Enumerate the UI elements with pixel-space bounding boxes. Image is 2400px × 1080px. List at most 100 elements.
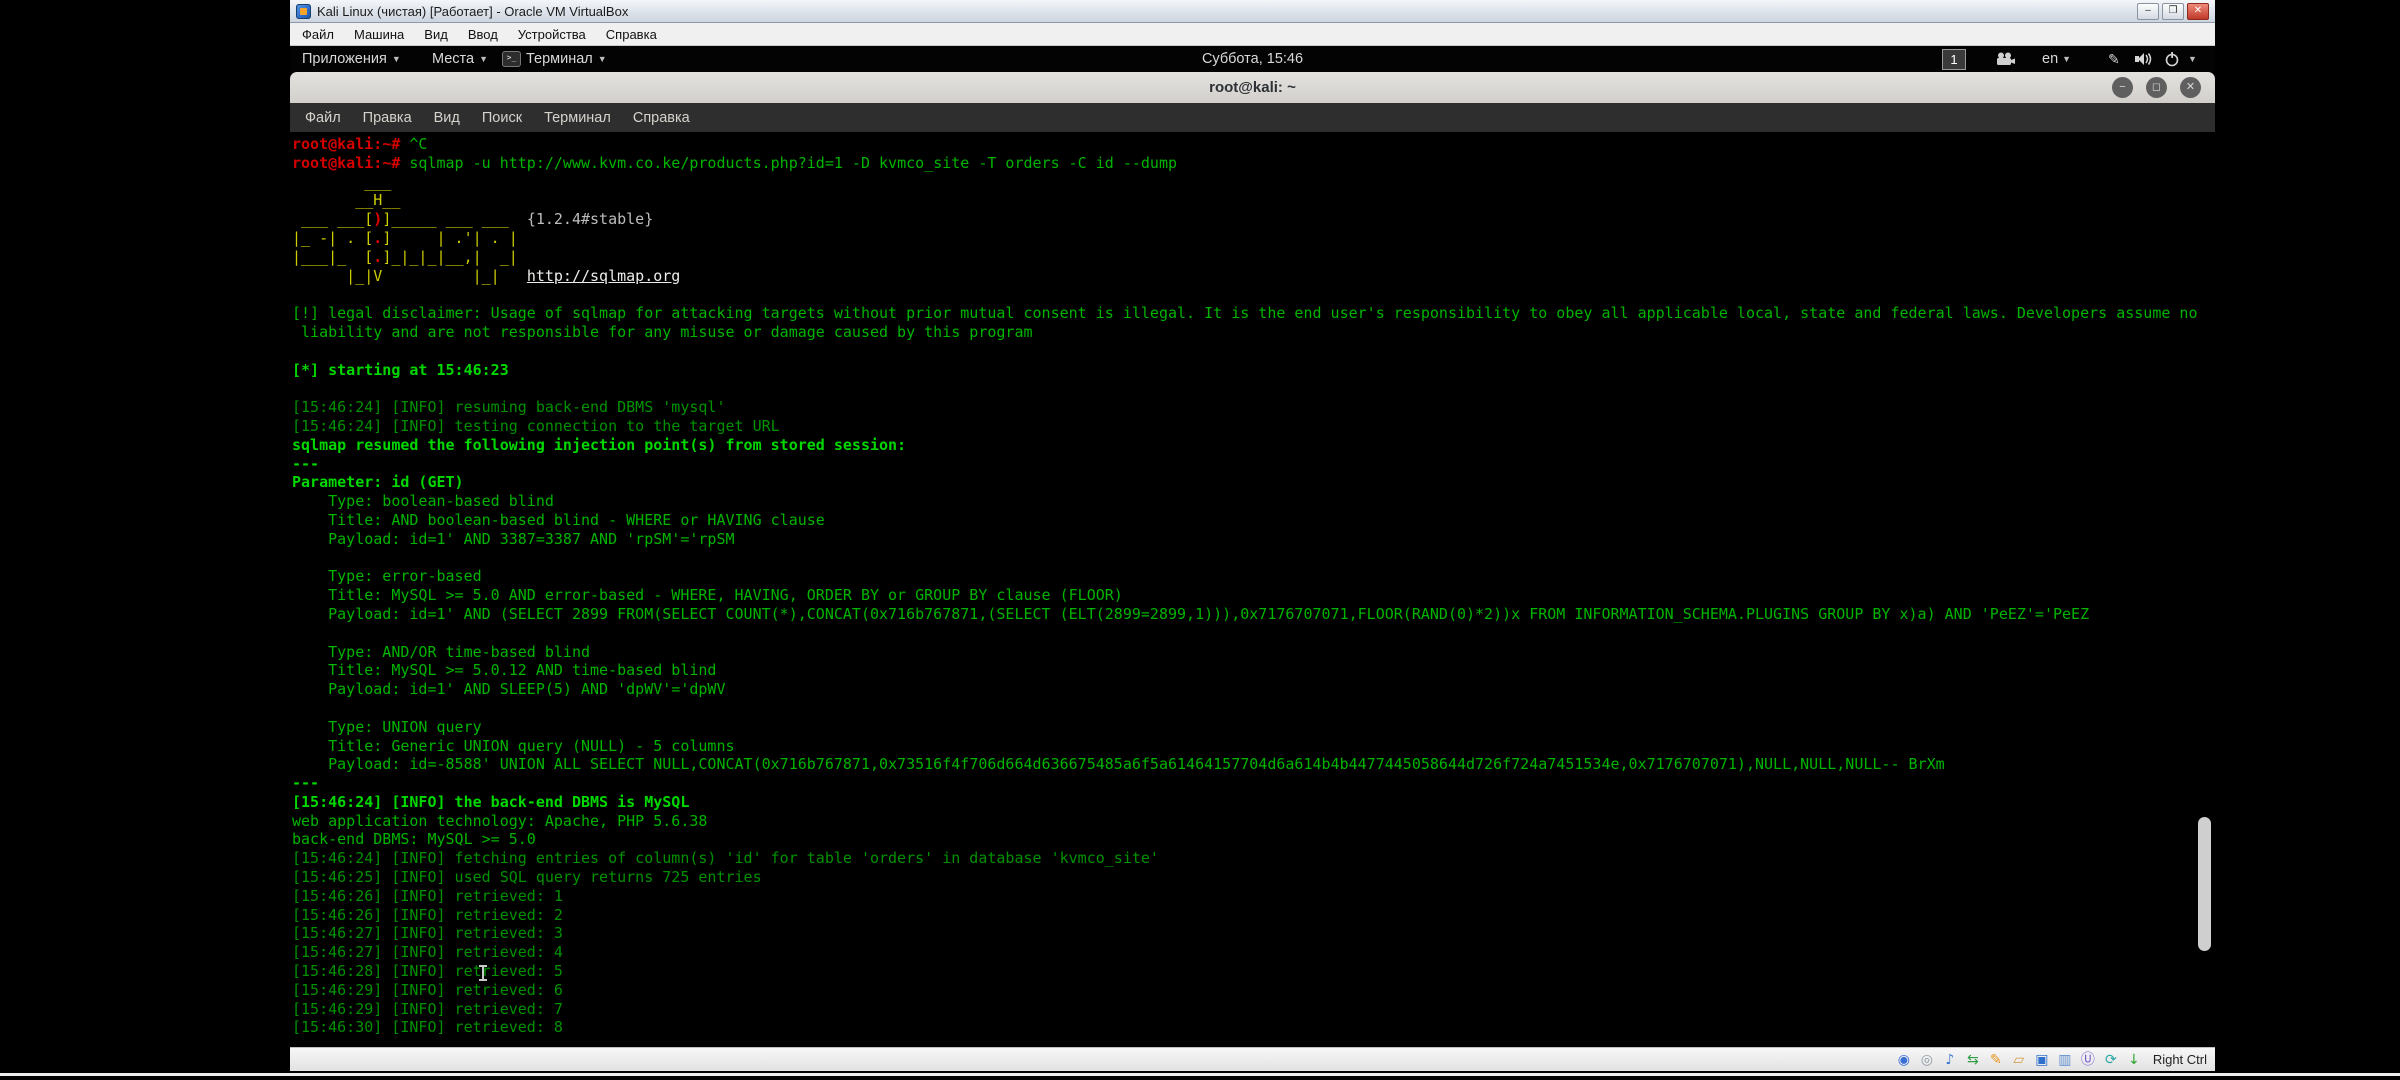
text-cursor-pointer	[482, 965, 484, 981]
terminal-menu-Правка[interactable]: Правка	[356, 108, 419, 128]
terminal-line: root@kali:~# ^C	[292, 135, 2215, 154]
terminal-line	[292, 379, 2215, 398]
terminal-window: root@kali: ~ − ◻ ✕ Файл Правка Вид Поиск Тер…	[290, 72, 2215, 1047]
audio-icon[interactable]: ♪	[1941, 1051, 1959, 1069]
minimize-button[interactable]: –	[2137, 3, 2159, 20]
terminal-line: [15:46:29] [INFO] retrieved: 7	[292, 1000, 2215, 1019]
scrollbar-thumb[interactable]	[2198, 817, 2211, 951]
chevron-down-icon: ▼	[598, 54, 607, 64]
applications-menu[interactable]: Приложения▼	[302, 46, 401, 72]
terminal-output[interactable]: root@kali:~# ^Croot@kali:~# sqlmap -u ht…	[290, 132, 2215, 1047]
terminal-line: [15:46:27] [INFO] retrieved: 4	[292, 943, 2215, 962]
terminal-line: [15:46:26] [INFO] retrieved: 1	[292, 887, 2215, 906]
vm-screen: Приложения▼ Места▼ >_ Терминал▼ Суббота,…	[290, 46, 2215, 1047]
screen-recorder-icon[interactable]	[1996, 46, 2016, 72]
folder-icon[interactable]: ▱	[2010, 1051, 2028, 1069]
terminal-line: Type: error-based	[292, 567, 2215, 586]
clock[interactable]: Суббота, 15:46	[1202, 46, 1303, 72]
keyboard-layout[interactable]: en▼	[2042, 46, 2071, 72]
terminal-line: |___|_ [.]_|_|_|__,| _|	[292, 248, 2215, 267]
virtualbox-icon	[296, 4, 311, 19]
terminal-line: [15:46:24] [INFO] resuming back-end DBMS…	[292, 398, 2215, 417]
terminal-line: [15:46:29] [INFO] retrieved: 6	[292, 981, 2215, 1000]
windows-icon[interactable]: ▥	[2056, 1051, 2074, 1069]
terminal-line: Parameter: id (GET)	[292, 473, 2215, 492]
terminal-line: [15:46:28] [INFO] retrieved: 5	[292, 962, 2215, 981]
terminal-app-menu[interactable]: >_ Терминал▼	[502, 46, 607, 72]
terminal-line: root@kali:~# sqlmap -u http://www.kvm.co…	[292, 154, 2215, 173]
terminal-line: [*] starting at 15:46:23	[292, 361, 2215, 380]
terminal-line: [15:46:24] [INFO] testing connection to …	[292, 417, 2215, 436]
terminal-line: __H__	[292, 191, 2215, 210]
terminal-line: [!] legal disclaimer: Usage of sqlmap fo…	[292, 304, 2215, 323]
tablet-pen-icon[interactable]: ✎	[2108, 46, 2120, 72]
terminal-line: sqlmap resumed the following injection p…	[292, 436, 2215, 455]
terminal-line: Payload: id=1' AND 3387=3387 AND 'rpSM'=…	[292, 530, 2215, 549]
volume-icon[interactable]	[2134, 46, 2154, 72]
vb-menu-Ввод[interactable]: Ввод	[460, 25, 506, 44]
terminal-line: web application technology: Apache, PHP …	[292, 812, 2215, 831]
terminal-line: [15:46:24] [INFO] the back-end DBMS is M…	[292, 793, 2215, 812]
host-taskbar-edge	[0, 1073, 2400, 1076]
terminal-line: Title: MySQL >= 5.0 AND error-based - WH…	[292, 586, 2215, 605]
terminal-menu-Вид[interactable]: Вид	[427, 108, 467, 128]
virtualbox-window: Kali Linux (чистая) [Работает] - Oracle …	[290, 0, 2215, 1071]
places-menu[interactable]: Места▼	[432, 46, 488, 72]
chevron-down-icon: ▼	[2062, 54, 2071, 64]
vb-menu-Вид[interactable]: Вид	[416, 25, 456, 44]
terminal-menubar: Файл Правка Вид Поиск Терминал Справка	[290, 103, 2215, 132]
terminal-menu-Справка[interactable]: Справка	[626, 108, 697, 128]
maximize-button[interactable]: ◻	[2146, 77, 2167, 98]
virtualbox-statusbar: ◉ ◎ ♪ ⇆ ✎ ▱ ▣ ▥ Ⓤ ⟳ ↓ Right Ctrl	[290, 1047, 2215, 1071]
terminal-line: [15:46:24] [INFO] fetching entries of co…	[292, 849, 2215, 868]
terminal-line: ---	[292, 774, 2215, 793]
virtualbox-menubar: ФайлМашинаВидВводУстройстваСправка	[290, 23, 2215, 46]
status-icons: ◉ ◎ ♪ ⇆ ✎ ▱ ▣ ▥ Ⓤ ⟳ ↓	[1895, 1051, 2143, 1069]
virtualbox-titlebar[interactable]: Kali Linux (чистая) [Работает] - Oracle …	[290, 0, 2215, 23]
terminal-line: Title: AND boolean-based blind - WHERE o…	[292, 511, 2215, 530]
terminal-menu-Поиск[interactable]: Поиск	[475, 108, 529, 128]
usb-icon[interactable]: Ⓤ	[2079, 1051, 2097, 1069]
vb-menu-Файл[interactable]: Файл	[294, 25, 342, 44]
terminal-line	[292, 549, 2215, 568]
terminal-line: [15:46:30] [INFO] retrieved: 8	[292, 1018, 2215, 1037]
vb-menu-Устройства[interactable]: Устройства	[510, 25, 594, 44]
window-title: Kali Linux (чистая) [Работает] - Oracle …	[317, 4, 628, 19]
display-icon[interactable]: ▣	[2033, 1051, 2051, 1069]
terminal-line: |_ -| . [.] | .'| . |	[292, 229, 2215, 248]
chevron-down-icon: ▼	[479, 54, 488, 64]
minimize-button[interactable]: −	[2112, 77, 2133, 98]
terminal-line: ___ ___[)]_____ ___ ___ {1.2.4#stable}	[292, 210, 2215, 229]
hdd-icon[interactable]: ◉	[1895, 1051, 1913, 1069]
desktop-background: Kali Linux (чистая) [Работает] - Oracle …	[0, 0, 2400, 1080]
network-icon[interactable]: ⇆	[1964, 1051, 1982, 1069]
sync-icon[interactable]: ⟳	[2102, 1051, 2120, 1069]
vb-menu-Справка[interactable]: Справка	[598, 25, 665, 44]
terminal-line	[292, 342, 2215, 361]
terminal-line: Title: MySQL >= 5.0.12 AND time-based bl…	[292, 661, 2215, 680]
chevron-down-icon: ▼	[392, 54, 401, 64]
terminal-menu-Терминал[interactable]: Терминал	[537, 108, 618, 128]
close-button[interactable]: ✕	[2180, 77, 2201, 98]
maximize-button[interactable]: ❒	[2162, 3, 2184, 20]
close-button[interactable]: ✕	[2187, 3, 2209, 20]
terminal-menu-Файл[interactable]: Файл	[298, 108, 348, 128]
cd-icon[interactable]: ◎	[1918, 1051, 1936, 1069]
terminal-line: Type: AND/OR time-based blind	[292, 643, 2215, 662]
terminal-line: |_|V |_| http://sqlmap.org	[292, 267, 2215, 286]
system-menu-chevron[interactable]: ▼	[2188, 46, 2197, 72]
terminal-window-controls: − ◻ ✕	[2112, 77, 2201, 98]
kali-top-panel: Приложения▼ Места▼ >_ Терминал▼ Суббота,…	[290, 46, 2215, 72]
pen-icon[interactable]: ✎	[1987, 1051, 2005, 1069]
terminal-line: Title: Generic UNION query (NULL) - 5 co…	[292, 737, 2215, 756]
terminal-line: ---	[292, 455, 2215, 474]
terminal-line: Payload: id=-8588' UNION ALL SELECT NULL…	[292, 755, 2215, 774]
terminal-titlebar[interactable]: root@kali: ~ − ◻ ✕	[290, 72, 2215, 104]
download-icon[interactable]: ↓	[2125, 1051, 2143, 1069]
terminal-title: root@kali: ~	[290, 72, 2215, 103]
vb-menu-Машина[interactable]: Машина	[346, 25, 412, 44]
window-controls: – ❒ ✕	[2137, 3, 2209, 20]
workspace-indicator[interactable]: 1	[1942, 49, 1966, 70]
host-key-label: Right Ctrl	[2153, 1052, 2207, 1067]
power-icon[interactable]	[2164, 46, 2180, 72]
